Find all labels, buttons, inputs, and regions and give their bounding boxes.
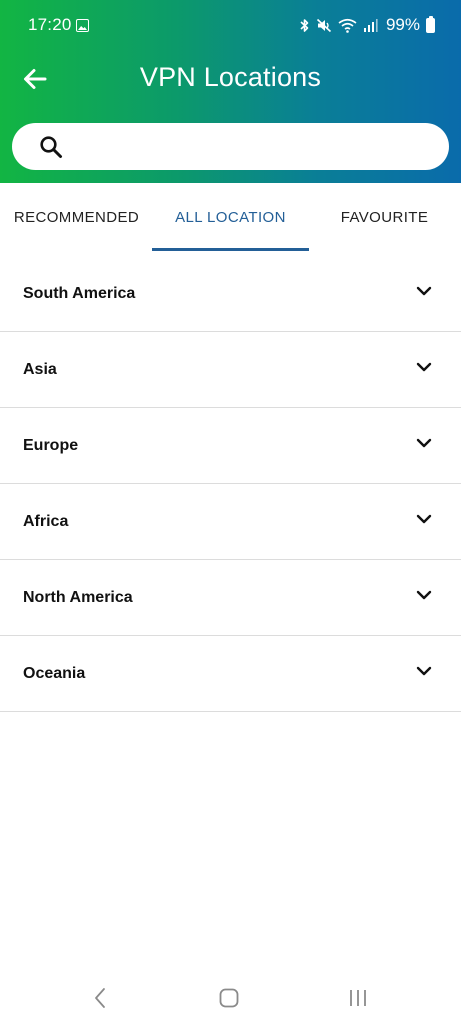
- region-name: Asia: [23, 361, 57, 378]
- nav-back-button[interactable]: [80, 984, 120, 1012]
- chevron-down-icon: [416, 666, 432, 676]
- active-tab-indicator: [152, 248, 309, 251]
- status-icons: 99%: [299, 14, 435, 36]
- search-icon: [40, 136, 62, 158]
- status-time: 17:20: [28, 15, 72, 34]
- region-name: North America: [23, 589, 133, 606]
- recents-icon: [350, 990, 366, 1006]
- location-tabs: RECOMMENDED ALL LOCATION FAVOURITE: [0, 183, 461, 251]
- top-app-bar: VPN Locations: [0, 52, 461, 106]
- chevron-down-icon: [416, 514, 432, 524]
- region-name: Europe: [23, 437, 79, 454]
- mute-icon: [316, 18, 332, 32]
- search-bar[interactable]: [12, 123, 449, 170]
- page-title: VPN Locations: [139, 62, 322, 92]
- region-list: South America Asia Europe Africa North A…: [0, 256, 461, 712]
- region-item-north-america[interactable]: North America: [0, 560, 461, 636]
- region-item-south-america[interactable]: South America: [0, 256, 461, 332]
- search-input[interactable]: [82, 131, 436, 164]
- tab-favourite[interactable]: FAVOURITE: [308, 183, 461, 251]
- region-name: Oceania: [23, 665, 86, 682]
- app-header: 17:20 99% VPN Locations: [0, 0, 461, 183]
- chevron-left-icon: [95, 988, 105, 1008]
- nav-recents-button[interactable]: [338, 984, 378, 1012]
- battery-icon: [426, 15, 435, 33]
- region-item-europe[interactable]: Europe: [0, 408, 461, 484]
- battery-percentage: 99%: [385, 15, 420, 34]
- signal-icon: [363, 18, 378, 32]
- region-name: Africa: [23, 513, 69, 530]
- system-navigation-bar: [0, 972, 461, 1024]
- region-name: South America: [23, 285, 136, 302]
- gallery-notification-icon: [76, 19, 89, 32]
- home-icon: [219, 988, 239, 1008]
- status-bar: 17:20 99%: [0, 0, 461, 52]
- region-item-asia[interactable]: Asia: [0, 332, 461, 408]
- wifi-icon: [338, 18, 357, 33]
- tab-all-location[interactable]: ALL LOCATION: [153, 183, 308, 251]
- chevron-down-icon: [416, 286, 432, 296]
- nav-home-button[interactable]: [209, 984, 249, 1012]
- region-item-africa[interactable]: Africa: [0, 484, 461, 560]
- chevron-down-icon: [416, 362, 432, 372]
- chevron-down-icon: [416, 590, 432, 600]
- tab-recommended[interactable]: RECOMMENDED: [0, 183, 153, 251]
- chevron-down-icon: [416, 438, 432, 448]
- bluetooth-icon: [300, 18, 309, 32]
- region-item-oceania[interactable]: Oceania: [0, 636, 461, 712]
